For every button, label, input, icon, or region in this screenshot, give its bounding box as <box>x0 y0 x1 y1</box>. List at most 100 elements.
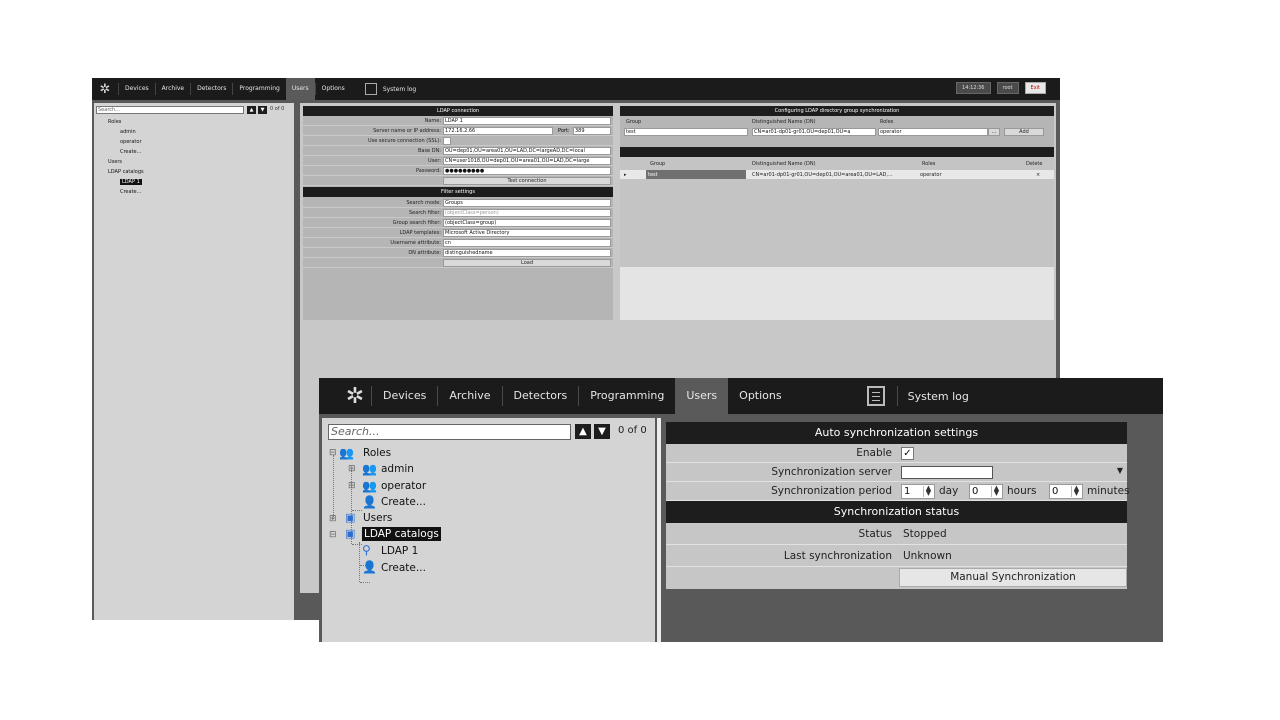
ldap-templates-select[interactable]: Microsoft Active Directory <box>443 229 611 237</box>
port-field[interactable]: 389 <box>573 127 611 135</box>
nav-system-log[interactable]: System log <box>383 86 416 93</box>
tree-operator[interactable]: operator <box>120 139 142 145</box>
create-role-icon: 👤 <box>362 495 377 509</box>
ssl-checkbox[interactable] <box>443 137 451 145</box>
tree-users[interactable]: Users <box>108 159 122 165</box>
group-filter-label: Group search filter: <box>392 220 441 226</box>
users-icon: ▣ <box>345 511 356 524</box>
nav-archive[interactable]: Archive <box>437 386 501 406</box>
th-group: Group <box>650 161 666 167</box>
nav-devices[interactable]: Devices <box>371 386 437 406</box>
search-next-button[interactable]: ▼ <box>258 106 267 114</box>
users-expander[interactable]: ⊞ <box>329 514 337 524</box>
load-button[interactable]: Load <box>443 259 611 267</box>
row-delete-icon[interactable]: × <box>1036 172 1040 178</box>
tree-create-ldap[interactable]: Create... <box>120 189 141 195</box>
username-attr-field[interactable]: cn <box>443 239 611 247</box>
admin-role-icon: 👥 <box>362 462 377 476</box>
user-button[interactable]: root <box>996 82 1019 94</box>
role-field[interactable]: operator <box>878 128 988 136</box>
search-mode-select[interactable]: Groups <box>443 199 611 207</box>
auto-sync-panel: Auto synchronization settings Enable ✓ S… <box>666 422 1130 590</box>
nav-detectors[interactable]: Detectors <box>501 386 579 406</box>
tree-create-role[interactable]: Create... <box>381 496 426 508</box>
tree-roles[interactable]: Roles <box>108 119 121 125</box>
username-attr-label: Username attribute: <box>390 240 441 246</box>
search-prev-button[interactable]: ▲ <box>575 424 591 439</box>
tree-panel: Search... ▲ ▼ 0 of 0 Roles admin operato… <box>94 103 294 620</box>
tree-roles[interactable]: Roles <box>363 447 391 459</box>
roles-expander[interactable]: ⊟ <box>329 448 337 458</box>
settings-gear-icon[interactable]: ✲ <box>319 384 371 409</box>
tree-admin[interactable]: admin <box>120 129 136 135</box>
system-log-icon[interactable] <box>866 386 885 406</box>
search-filter-field[interactable]: (objectClass=person) <box>443 209 611 217</box>
tree-create-role[interactable]: Create... <box>120 149 141 155</box>
spinner-arrows-icon[interactable]: ▲ ▼ <box>923 485 933 497</box>
nav-options[interactable]: Options <box>314 83 351 95</box>
settings-gear-icon[interactable]: ✲ <box>92 82 118 97</box>
admin-expander[interactable]: ⊞ <box>348 464 356 474</box>
table-row[interactable]: ▸ test CN=ar01-dp01-gr01,OU=dep01,OU=are… <box>620 170 1054 179</box>
tree-ldap-1[interactable]: LDAP 1 <box>381 545 418 557</box>
nav-programming[interactable]: Programming <box>232 83 285 95</box>
spinner-arrows-icon[interactable]: ▲ ▼ <box>991 485 1001 497</box>
nav-programming[interactable]: Programming <box>578 386 675 406</box>
nav-devices[interactable]: Devices <box>118 83 155 95</box>
ldap-connection-title: LDAP connection <box>303 106 613 116</box>
tree-users[interactable]: Users <box>363 512 392 524</box>
system-log-icon[interactable] <box>364 83 377 95</box>
search-input[interactable]: Search... <box>328 424 571 440</box>
dn-label: Distinguished Name (DN) <box>752 119 816 125</box>
tree-create-ldap[interactable]: Create... <box>381 562 426 574</box>
operator-role-icon: 👥 <box>362 479 377 493</box>
panel-splitter[interactable] <box>657 418 661 642</box>
sync-server-field[interactable] <box>901 466 993 479</box>
server-field[interactable]: 172.16.2.66 <box>443 127 553 135</box>
dropdown-arrow-icon[interactable]: ▼ <box>1117 466 1123 475</box>
group-filter-field[interactable]: (objectClass=group) <box>443 219 611 227</box>
nav-detectors[interactable]: Detectors <box>190 83 232 95</box>
manual-sync-button[interactable]: Manual Synchronization <box>899 568 1127 587</box>
spinner-arrows-icon[interactable]: ▲ ▼ <box>1071 485 1081 497</box>
group-table-empty-area <box>620 267 1054 320</box>
hours-spinner[interactable]: 0 ▲ ▼ <box>969 484 1003 499</box>
search-next-button[interactable]: ▼ <box>594 424 610 439</box>
enable-checkbox[interactable]: ✓ <box>901 447 914 460</box>
filter-settings-title: Filter settings <box>303 187 613 197</box>
nav-users[interactable]: Users <box>285 78 315 100</box>
basedn-field[interactable]: OU=dep01,OU=area01,OU=LAD,DC=largeAD,DC=… <box>443 147 611 155</box>
tree-admin[interactable]: admin <box>381 463 414 475</box>
operator-expander[interactable]: ⊞ <box>348 481 356 491</box>
sync-server-select[interactable]: ▼ <box>901 463 1127 482</box>
sync-server-label: Synchronization server <box>771 466 892 478</box>
name-field[interactable]: LDAP 1 <box>443 117 611 125</box>
group-field[interactable]: test <box>624 128 748 136</box>
search-input[interactable]: Search... <box>96 106 244 114</box>
ldap-catalogs-expander[interactable]: ⊟ <box>329 530 337 540</box>
nav-users[interactable]: Users <box>675 378 729 414</box>
day-spinner[interactable]: 1 ▲ ▼ <box>901 484 935 499</box>
minutes-spinner[interactable]: 0 ▲ ▼ <box>1049 484 1083 499</box>
dn-select[interactable]: CN=ar01-dp01-gr01,OU=dep01,OU=a <box>752 128 876 136</box>
exit-button[interactable]: Exit <box>1024 82 1046 94</box>
tree-ldap-1[interactable]: LDAP 1 <box>120 179 142 185</box>
dn-attr-field[interactable]: distinguishedname <box>443 249 611 257</box>
server-label: Server name or IP address: <box>373 128 441 134</box>
password-field[interactable]: ●●●●●●●●● <box>443 167 611 175</box>
browse-button[interactable]: ... <box>988 128 1000 136</box>
tree-operator[interactable]: operator <box>381 480 426 492</box>
user-field[interactable]: CN=user1018,OU=dep01,OU=area01,OU=LAD,DC… <box>443 157 611 165</box>
test-connection-button[interactable]: Test connection <box>443 177 611 185</box>
basedn-label: Base DN: <box>417 148 441 154</box>
tree-ldap-catalogs[interactable]: LDAP catalogs <box>362 527 441 541</box>
tree-ldap-catalogs[interactable]: LDAP catalogs <box>108 169 144 175</box>
top-nav-bar: ✲ Devices Archive Detectors Programming … <box>92 78 1060 100</box>
th-delete: Delete <box>1026 161 1043 167</box>
add-button[interactable]: Add <box>1004 128 1044 136</box>
nav-options[interactable]: Options <box>728 386 792 406</box>
group-sync-panel: Configuring LDAP directory group synchro… <box>620 106 1054 320</box>
nav-archive[interactable]: Archive <box>154 83 190 95</box>
search-prev-button[interactable]: ▲ <box>247 106 256 114</box>
nav-system-log[interactable]: System log <box>908 390 969 403</box>
